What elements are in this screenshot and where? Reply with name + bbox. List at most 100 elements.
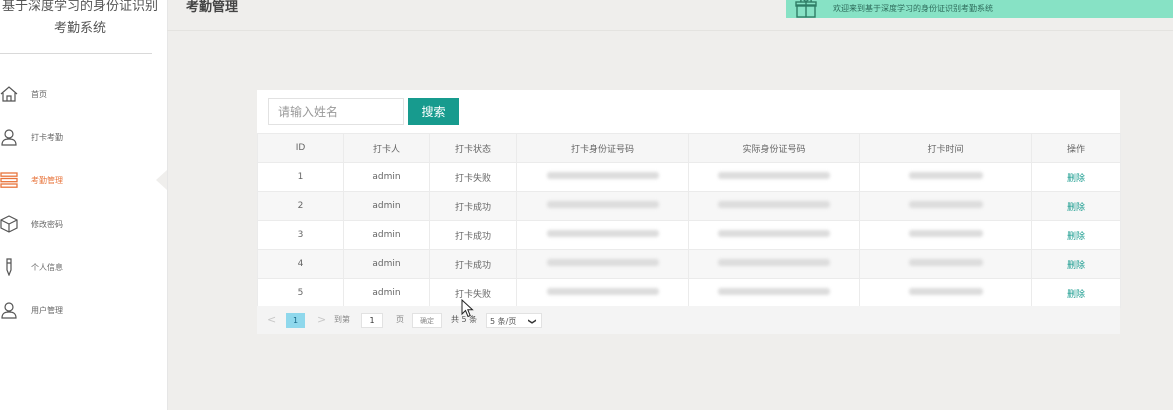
cell-actual-id (688, 162, 860, 192)
sidebar-item-label: 打卡考勤 (31, 133, 63, 142)
cell-time (859, 278, 1032, 308)
sidebar-item-home[interactable]: 首页 (0, 81, 160, 107)
cell-scanned-id (516, 249, 689, 279)
name-search-input[interactable] (268, 98, 404, 125)
blurred-value (908, 172, 983, 179)
sidebar-item-label: 考勤管理 (31, 176, 63, 185)
column-header-action: 操作 (1031, 133, 1121, 163)
blurred-value (546, 230, 659, 237)
cell-actual-id (688, 191, 860, 221)
cell-id: 2 (257, 191, 344, 221)
cell-id: 4 (257, 249, 344, 279)
cell-actual-id (688, 249, 860, 279)
blurred-value (546, 288, 659, 295)
cell-time (859, 249, 1032, 279)
blurred-value (718, 288, 830, 295)
active-nav-indicator (156, 170, 167, 190)
pen-icon (6, 258, 12, 276)
cell-time (859, 220, 1032, 250)
sidebar-item-attendance-management[interactable]: 考勤管理 (0, 167, 160, 193)
welcome-text: 欢迎来到基于深度学习的身份证识别考勤系统 (833, 4, 993, 13)
table-row: 1 admin 打卡失败 删除 (257, 162, 1121, 192)
cell-action: 删除 (1031, 162, 1121, 192)
user-icon (1, 129, 17, 146)
page-title: 考勤管理 (186, 0, 239, 15)
cell-status: 打卡成功 (429, 249, 517, 279)
prev-page-button[interactable]: < (267, 306, 276, 334)
list-icon (0, 172, 18, 188)
gift-icon (795, 0, 817, 18)
cell-name: admin (343, 220, 430, 250)
cell-scanned-id (516, 220, 689, 250)
table-row: 2 admin 打卡成功 删除 (257, 191, 1121, 221)
sidebar-item-label: 修改密码 (31, 220, 63, 229)
blurred-value (908, 201, 983, 208)
cell-action: 删除 (1031, 278, 1121, 308)
cube-icon (0, 215, 18, 233)
blurred-value (908, 259, 983, 266)
next-page-button[interactable]: > (317, 306, 326, 334)
cell-action: 删除 (1031, 191, 1121, 221)
goto-confirm-button[interactable]: 确定 (412, 313, 442, 328)
delete-link[interactable]: 删除 (1067, 261, 1085, 271)
table-row: 5 admin 打卡失败 删除 (257, 278, 1121, 308)
sidebar-item-profile[interactable]: 个人信息 (0, 254, 160, 280)
column-header-status: 打卡状态 (429, 133, 517, 163)
table-row: 4 admin 打卡成功 删除 (257, 249, 1121, 279)
column-header-name: 打卡人 (343, 133, 430, 163)
table-row: 3 admin 打卡成功 删除 (257, 220, 1121, 250)
current-page[interactable]: 1 (286, 313, 305, 328)
user-icon (1, 302, 17, 319)
cell-action: 删除 (1031, 249, 1121, 279)
app-brand: 基于深度学习的身份证识别 考勤系统 (0, 0, 166, 40)
welcome-banner: 欢迎来到基于深度学习的身份证识别考勤系统 (786, 0, 1173, 18)
table-header-row: ID 打卡人 打卡状态 打卡身份证号码 实际身份证号码 打卡时间 操作 (257, 133, 1121, 163)
blurred-value (718, 259, 830, 266)
delete-link[interactable]: 删除 (1067, 203, 1085, 213)
page-size-value: 5 条/页 (490, 317, 517, 326)
cell-actual-id (688, 278, 860, 308)
cell-scanned-id (516, 278, 689, 308)
page-size-select[interactable]: 5 条/页 ❯ (486, 313, 542, 328)
cell-actual-id (688, 220, 860, 250)
cell-scanned-id (516, 162, 689, 192)
delete-link[interactable]: 删除 (1067, 290, 1085, 300)
column-header-id: ID (257, 133, 344, 163)
header-divider (167, 30, 1173, 31)
blurred-value (718, 230, 830, 237)
sidebar: 基于深度学习的身份证识别 考勤系统 首页 打卡考勤 考勤管理 修改密码 个人信息… (0, 0, 168, 410)
sidebar-item-attendance[interactable]: 打卡考勤 (0, 124, 160, 150)
cell-time (859, 191, 1032, 221)
delete-link[interactable]: 删除 (1067, 232, 1085, 242)
blurred-value (546, 201, 659, 208)
blurred-value (718, 172, 830, 179)
brand-line-1: 基于深度学习的身份证识别 (1, 0, 158, 14)
sidebar-item-label: 用户管理 (31, 306, 63, 315)
sidebar-item-label: 个人信息 (31, 263, 63, 272)
cell-scanned-id (516, 191, 689, 221)
brand-divider (0, 53, 152, 54)
cell-id: 3 (257, 220, 344, 250)
column-header-actual-id: 实际身份证号码 (688, 133, 860, 163)
goto-page-input[interactable] (361, 313, 383, 328)
cell-id: 5 (257, 278, 344, 308)
search-button[interactable]: 搜索 (408, 98, 459, 125)
blurred-value (546, 172, 659, 179)
cell-name: admin (343, 191, 430, 221)
cell-status: 打卡失败 (429, 162, 517, 192)
delete-link[interactable]: 删除 (1067, 174, 1085, 184)
mouse-cursor-icon (461, 299, 474, 318)
cell-action: 删除 (1031, 220, 1121, 250)
cell-time (859, 162, 1032, 192)
cell-name: admin (343, 249, 430, 279)
cell-name: admin (343, 278, 430, 308)
sidebar-item-change-password[interactable]: 修改密码 (0, 211, 160, 237)
page-unit-label: 页 (396, 315, 404, 324)
blurred-value (546, 259, 659, 266)
attendance-panel: 搜索 ID 打卡人 打卡状态 打卡身份证号码 实际身份证号码 打卡时间 操作 1… (257, 90, 1121, 334)
goto-label: 到第 (334, 315, 350, 324)
sidebar-item-user-management[interactable]: 用户管理 (0, 297, 160, 323)
column-header-time: 打卡时间 (859, 133, 1032, 163)
brand-line-2: 考勤系统 (53, 21, 106, 36)
blurred-value (718, 201, 830, 208)
